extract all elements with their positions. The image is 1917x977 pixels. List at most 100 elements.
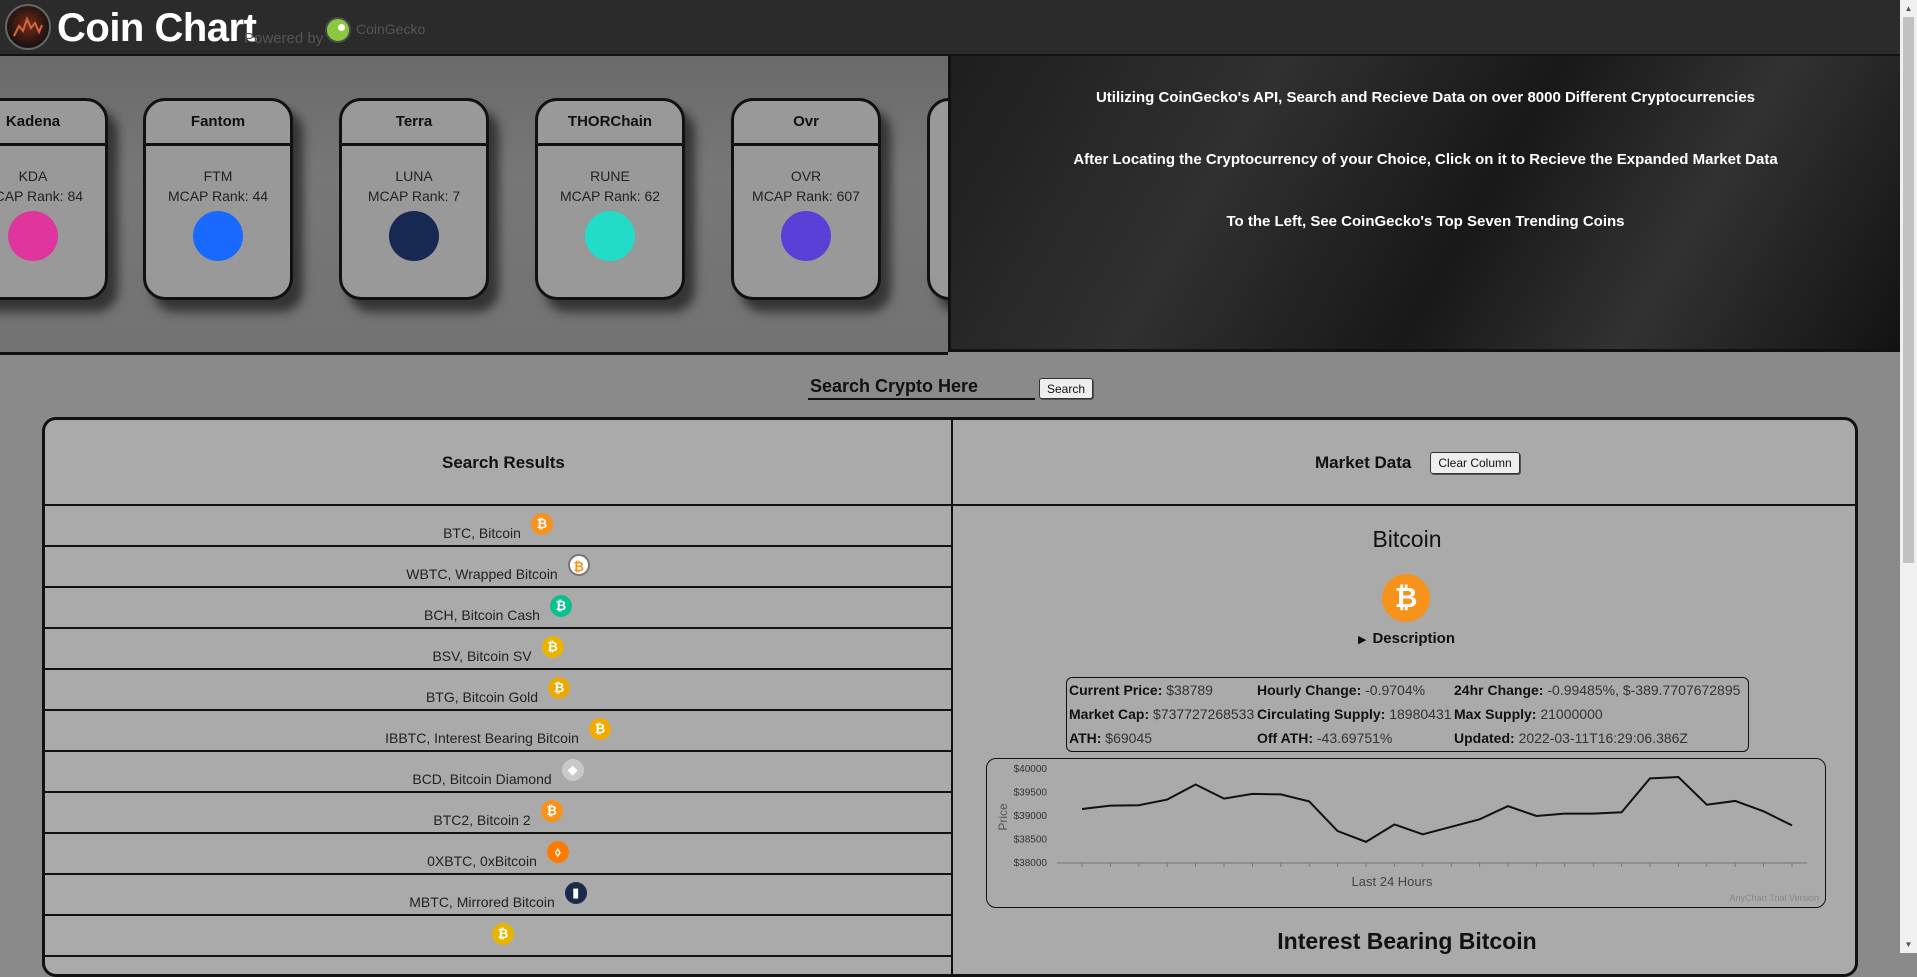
- trending-card-name: Kadena: [0, 101, 105, 146]
- search-result-label: BTC, Bitcoin: [443, 525, 521, 541]
- thorchain-icon: [585, 211, 635, 261]
- y-tick-label: $38500: [1014, 835, 1048, 846]
- stat-circulating-supply: Circulating Supply: 18980431: [1257, 706, 1452, 722]
- app-header: Coin Chart Powered by CoinGecko: [0, 0, 1900, 56]
- main-table: Search Results Market Data Clear Column …: [42, 417, 1858, 977]
- trending-card-symbol: LUNA: [395, 168, 433, 184]
- search-result-row[interactable]: WBTC, Wrapped Bitcoin ₿: [45, 547, 951, 588]
- price-chart-svg: $40000 $39500 $39000 $38500 $38000 Last 24 Ho…: [996, 764, 1807, 889]
- x-axis-label: Last 24 Hours: [1352, 874, 1433, 889]
- search-result-label: BTC2, Bitcoin 2: [433, 812, 531, 828]
- search-result-label: BTG, Bitcoin Gold: [425, 689, 539, 705]
- search-result-content: WBTC, Wrapped Bitcoin ₿: [45, 554, 951, 582]
- search-result-label: BSV, Bitcoin SV: [432, 648, 532, 664]
- search-result-row[interactable]: MBTC, Mirrored Bitcoin ▮: [45, 875, 951, 916]
- powered-by-label: Powered by: [244, 30, 324, 47]
- search-results-title: Search Results: [442, 453, 565, 472]
- search-result-row[interactable]: BCD, Bitcoin Diamond ◆: [45, 752, 951, 793]
- clear-column-button[interactable]: Clear Column: [1430, 452, 1520, 474]
- stat-24hr-change: 24hr Change: -0.99485%, $-389.7707672895: [1454, 682, 1741, 698]
- trending-card-symbol: FTM: [203, 168, 233, 184]
- price-chart[interactable]: $40000 $39500 $39000 $38500 $38000 Last 24 Ho…: [986, 758, 1826, 908]
- info-line-2: After Locating the Cryptocurrency of you…: [1073, 151, 1778, 168]
- search-result-row[interactable]: BTC2, Bitcoin 2 ₿: [45, 793, 951, 834]
- trending-card-rank: MCAP Rank: 607: [752, 188, 860, 204]
- stat-off-ath: Off ATH: -43.69751%: [1257, 730, 1393, 746]
- trending-card-rank: MCAP Rank: 44: [167, 188, 269, 204]
- info-line-3: To the Left, See CoinGecko's Top Seven T…: [1226, 213, 1625, 230]
- stat-max-supply: Max Supply: 21000000: [1454, 706, 1603, 722]
- trending-card-rank: MCAP Rank: 7: [367, 188, 461, 204]
- interest-bearing-bitcoin-icon: ₿: [588, 718, 611, 740]
- scroll-down-icon[interactable]: ▼: [1900, 936, 1917, 953]
- y-tick-label: $39000: [1014, 811, 1048, 822]
- description-label: Description: [1372, 630, 1455, 647]
- search-result-row[interactable]: 0XBTC, 0xBitcoin ⬨: [45, 834, 951, 875]
- search-input[interactable]: [808, 374, 1035, 400]
- ovr-icon: [781, 211, 831, 261]
- trending-card-symbol: RUNE: [590, 168, 630, 184]
- 0xbitcoin-icon: ⬨: [546, 841, 569, 863]
- fantom-icon: [193, 211, 243, 261]
- app-title: Coin Chart: [57, 6, 257, 50]
- coingecko-icon[interactable]: [325, 17, 351, 43]
- trending-card-rank: MCAP Rank: 62: [559, 188, 661, 204]
- coingecko-link[interactable]: CoinGecko: [356, 21, 425, 37]
- search-result-row[interactable]: BTG, Bitcoin Gold ₿: [45, 670, 951, 711]
- bitcoin-sv-icon: ₿: [541, 636, 564, 658]
- trending-card[interactable]: Terra LUNA MCAP Rank: 7: [339, 98, 489, 300]
- search-result-row[interactable]: ₿: [45, 916, 951, 957]
- search-result-label: IBBTC, Interest Bearing Bitcoin: [385, 730, 579, 746]
- bitcoin-icon: ₿: [1382, 574, 1430, 622]
- search-result-label: BCH, Bitcoin Cash: [424, 607, 540, 623]
- y-tick-label: $38000: [1014, 858, 1048, 869]
- page-scrollbar[interactable]: ▲ ▼: [1900, 0, 1917, 953]
- search-result-label: MBTC, Mirrored Bitcoin: [409, 894, 555, 910]
- trending-card-partial[interactable]: [927, 98, 948, 300]
- trending-card[interactable]: THORChain RUNE MCAP Rank: 62: [535, 98, 685, 300]
- scroll-up-icon[interactable]: ▲: [1900, 0, 1917, 17]
- y-tick-label: $40000: [1014, 764, 1048, 775]
- bitcoin-gold-icon: ₿: [548, 677, 571, 699]
- search-result-label: WBTC, Wrapped Bitcoin: [406, 566, 558, 582]
- stat-current-price: Current Price: $38789: [1069, 682, 1213, 698]
- scroll-thumb[interactable]: [1903, 17, 1914, 563]
- search-result-content: ₿: [45, 923, 951, 951]
- stat-ath: ATH: $69045: [1069, 730, 1153, 746]
- bitcoin-2-icon: ₿: [540, 800, 563, 822]
- disclosure-triangle-icon: ▶: [1358, 634, 1367, 646]
- search-result-row[interactable]: BCH, Bitcoin Cash ₿: [45, 588, 951, 629]
- mirrored-bitcoin-icon: ▮: [564, 882, 587, 904]
- market-stats-box: Current Price: $38789 Hourly Change: -0.…: [1066, 677, 1749, 752]
- search-result-content: BCH, Bitcoin Cash ₿: [45, 595, 951, 623]
- market-data-title: Market Data: [1315, 453, 1412, 472]
- trending-card-name: Ovr: [734, 101, 878, 146]
- description-toggle[interactable]: ▶ Description: [1358, 630, 1455, 647]
- stat-hourly-change: Hourly Change: -0.9704%: [1257, 682, 1426, 698]
- trending-coins-carousel[interactable]: Kadena KDA MCAP Rank: 84 Fantom FTM MCAP Rank…: [0, 56, 948, 355]
- kadena-icon: [8, 211, 58, 261]
- search-result-row[interactable]: IBBTC, Interest Bearing Bitcoin ₿: [45, 711, 951, 752]
- coin-name: Bitcoin: [1372, 526, 1442, 552]
- price-line: [1081, 775, 1793, 843]
- search-result-content: BSV, Bitcoin SV ₿: [45, 636, 951, 664]
- trending-card-rank: MCAP Rank: 84: [0, 188, 84, 204]
- trending-card-name: THORChain: [538, 101, 682, 146]
- trending-card-symbol: OVR: [790, 168, 822, 184]
- y-axis-label: Price: [996, 803, 1010, 831]
- trending-card[interactable]: Fantom FTM MCAP Rank: 44: [143, 98, 293, 300]
- bitcoin-icon: ₿: [530, 513, 553, 535]
- info-line-1: Utilizing CoinGecko's API, Search and Re…: [1095, 89, 1756, 106]
- search-result-content: BTC2, Bitcoin 2 ₿: [45, 800, 951, 828]
- bitcoin-diamond-icon: ◆: [561, 759, 584, 781]
- search-button[interactable]: Search: [1039, 378, 1093, 399]
- trending-card[interactable]: Ovr OVR MCAP Rank: 607: [731, 98, 881, 300]
- search-result-row[interactable]: BSV, Bitcoin SV ₿: [45, 629, 951, 670]
- search-result-label: BCD, Bitcoin Diamond: [412, 771, 552, 787]
- trending-card[interactable]: Kadena KDA MCAP Rank: 84: [0, 98, 108, 300]
- trending-card-name: Fantom: [146, 101, 290, 146]
- partial-coin-icon: ₿: [492, 923, 514, 945]
- info-panel: Utilizing CoinGecko's API, Search and Re…: [948, 56, 1900, 352]
- search-results-list: BTC, Bitcoin₿ WBTC, Wrapped Bitcoin ₿ BCH, …: [45, 506, 951, 957]
- search-result-row[interactable]: BTC, Bitcoin ₿: [45, 506, 951, 547]
